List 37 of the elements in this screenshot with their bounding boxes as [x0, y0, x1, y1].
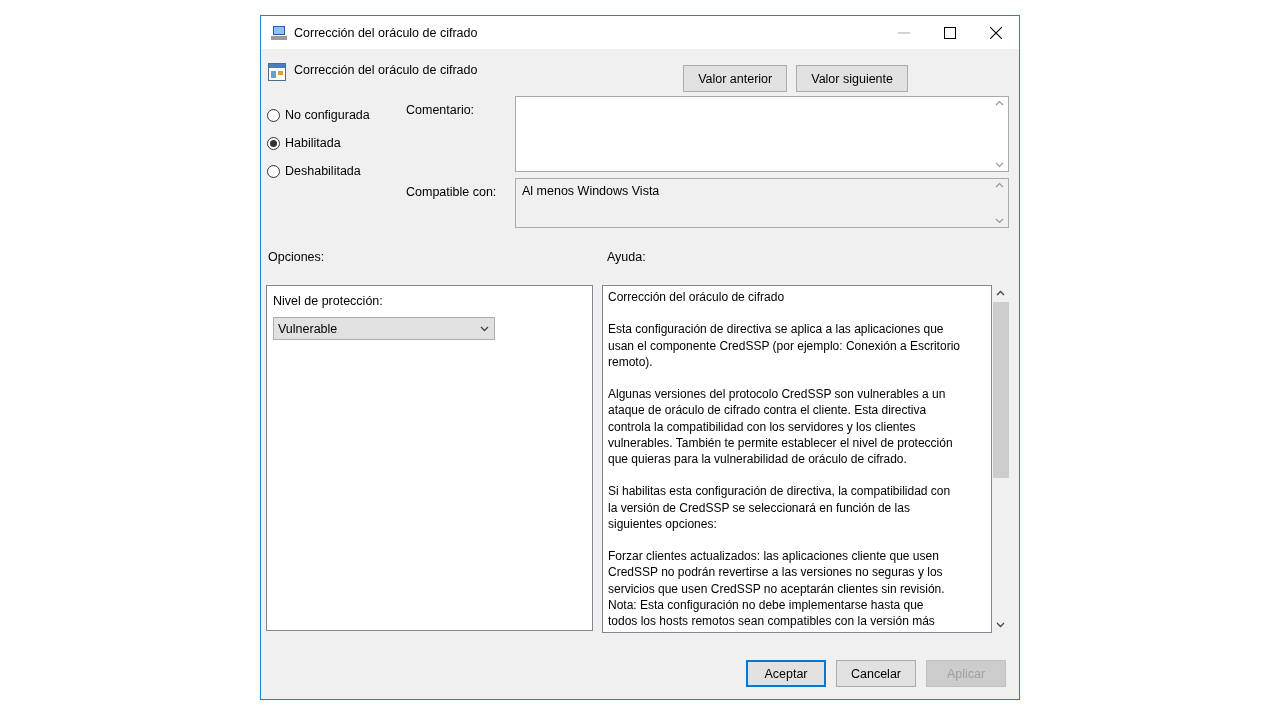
protection-level-dropdown[interactable]: Vulnerable	[273, 317, 495, 340]
section-heading: Ayuda:	[607, 250, 646, 264]
radio-button[interactable]	[267, 164, 280, 178]
policy-setting-icon	[268, 63, 286, 81]
ok-button[interactable]: Aceptar	[746, 660, 826, 687]
scroll-up-icon	[995, 182, 1004, 188]
radio-option[interactable]: Habilitada	[267, 136, 406, 150]
setting-title: Corrección del oráculo de cifrado	[294, 63, 479, 77]
field-label: Comentario:	[406, 102, 476, 119]
computer-icon	[270, 24, 288, 41]
scroll-down-icon	[995, 218, 1004, 224]
radio-button[interactable]	[267, 136, 280, 150]
chevron-down-icon	[480, 325, 490, 332]
maximize-icon	[944, 26, 956, 39]
cancel-button[interactable]: Cancelar	[836, 660, 916, 687]
help-paragraph: Esta configuración de directiva se aplica a las aplicaciones que usan el componente CredSSP (por ejemplo: Conexión a Escritorio remoto).	[608, 321, 961, 370]
next-setting-button[interactable]: Valor siguiente	[796, 65, 908, 92]
scroll-down-icon	[995, 162, 1004, 168]
scroll-up-icon	[995, 100, 1004, 106]
scroll-down-icon	[996, 622, 1005, 628]
radio-option[interactable]: Deshabilitada	[267, 164, 406, 178]
help-paragraph: Forzar clientes actualizados: las aplicaciones cliente que usen CredSSP no podrán revertirse a las versiones no seguras y los servicios que usen CredSSP no aceptarán clientes sin revisión. Nota: Esta configuración no debe implementarse hasta que todos los hosts remotos sean compatibles con la versión más	[608, 548, 946, 630]
help-paragraph: Corrección del oráculo de cifrado	[608, 289, 786, 306]
field-label: Nivel de protección:	[273, 294, 384, 308]
previous-setting-button[interactable]: Valor anterior	[683, 65, 788, 92]
window-title: Corrección del oráculo de cifrado	[294, 25, 479, 40]
field-label: Compatible con:	[406, 184, 498, 201]
section-heading: Opciones:	[268, 250, 326, 264]
comment-field[interactable]	[515, 96, 1009, 172]
help-paragraph: Algunas versiones del protocolo CredSSP son vulnerables a un ataque de oráculo de cifrado contra el cliente. Esta directiva controla la compatibilidad con los servidores y los clientes vulnerables. También te permite establecer el nivel de protección que quieras para la vulnerabilidad de oráculo de cifrado.	[608, 386, 954, 468]
close-icon	[990, 26, 1002, 39]
help-paragraph: Si habilitas esta configuración de directiva, la compatibilidad con la versión de CredSSP se seleccionará en función de las siguientes opciones:	[608, 483, 952, 532]
scrollbar-thumb[interactable]	[992, 302, 1009, 478]
radio-button[interactable]	[267, 108, 280, 122]
scroll-up-icon	[996, 290, 1005, 296]
supported-on-field: Al menos Windows Vista	[515, 178, 1009, 228]
radio-option[interactable]: No configurada	[267, 108, 406, 122]
